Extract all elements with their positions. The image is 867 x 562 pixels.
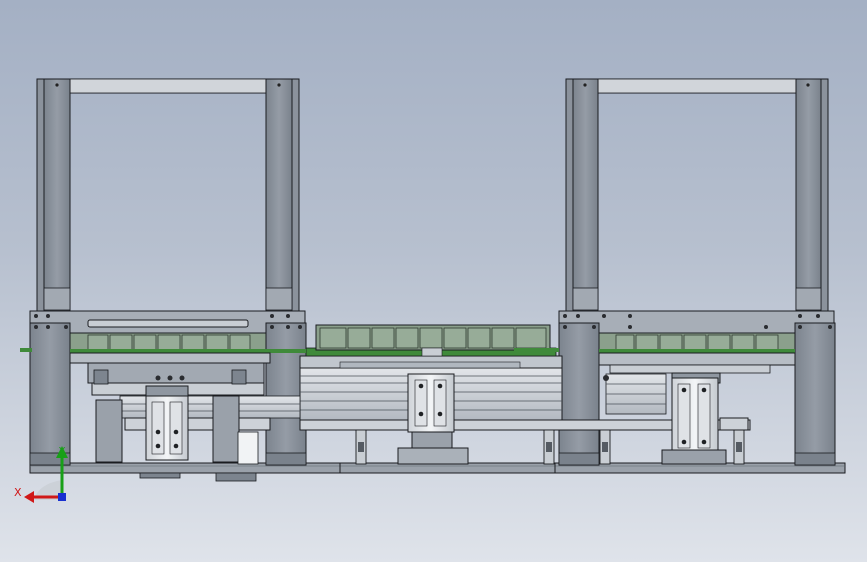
x-axis-label: X bbox=[14, 486, 22, 499]
base-plate bbox=[29, 462, 846, 482]
z-axis-marker bbox=[58, 493, 66, 501]
x-axis-arrowhead bbox=[24, 491, 34, 503]
y-axis-label: Y bbox=[58, 446, 66, 457]
cad-viewport[interactable]: X Y bbox=[0, 0, 867, 562]
conveyor-machine-front-view: X Y bbox=[14, 78, 846, 503]
